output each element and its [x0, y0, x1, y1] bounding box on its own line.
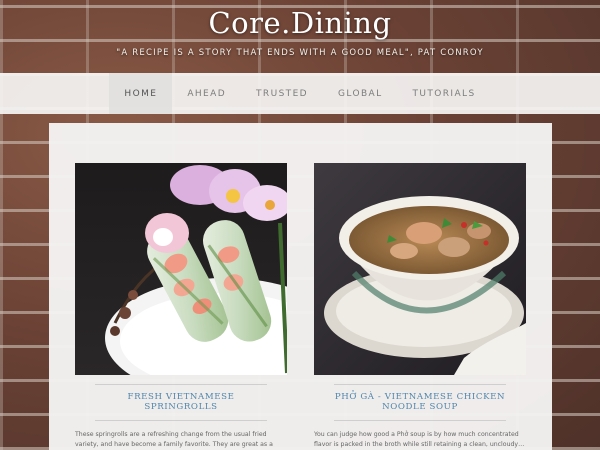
nav-item-home[interactable]: Home: [109, 73, 173, 114]
pho-photo: [314, 163, 526, 375]
post-excerpt: You can judge how good a Phở soup is by …: [314, 431, 525, 448]
post-image-pho[interactable]: [314, 163, 526, 375]
post-card: Phở Gà - Vietnamese Chicken Noodle Soup …: [314, 163, 526, 449]
nav-item-tutorials[interactable]: Tutorials: [398, 73, 491, 114]
post-title-link[interactable]: Phở Gà - Vietnamese Chicken Noodle Soup: [334, 384, 506, 421]
site-header: Core.Dining "A recipe is a story that en…: [0, 0, 600, 72]
main-nav: Home Ahead Trusted Global Tutorials: [0, 73, 600, 114]
content-panel: Fresh Vietnamese Springrolls These sprin…: [49, 123, 552, 450]
springrolls-photo: [75, 163, 287, 375]
post-title-link[interactable]: Fresh Vietnamese Springrolls: [95, 384, 267, 421]
site-title[interactable]: Core.Dining: [0, 6, 600, 40]
post-excerpt: These springrolls are a refreshing chang…: [75, 431, 273, 448]
nav-item-global[interactable]: Global: [323, 73, 398, 114]
post-image-springrolls[interactable]: [75, 163, 287, 375]
nav-item-trusted[interactable]: Trusted: [241, 73, 323, 114]
site-tagline: "A recipe is a story that ends with a go…: [116, 48, 484, 58]
post-card: Fresh Vietnamese Springrolls These sprin…: [75, 163, 287, 450]
nav-item-ahead[interactable]: Ahead: [172, 73, 241, 114]
